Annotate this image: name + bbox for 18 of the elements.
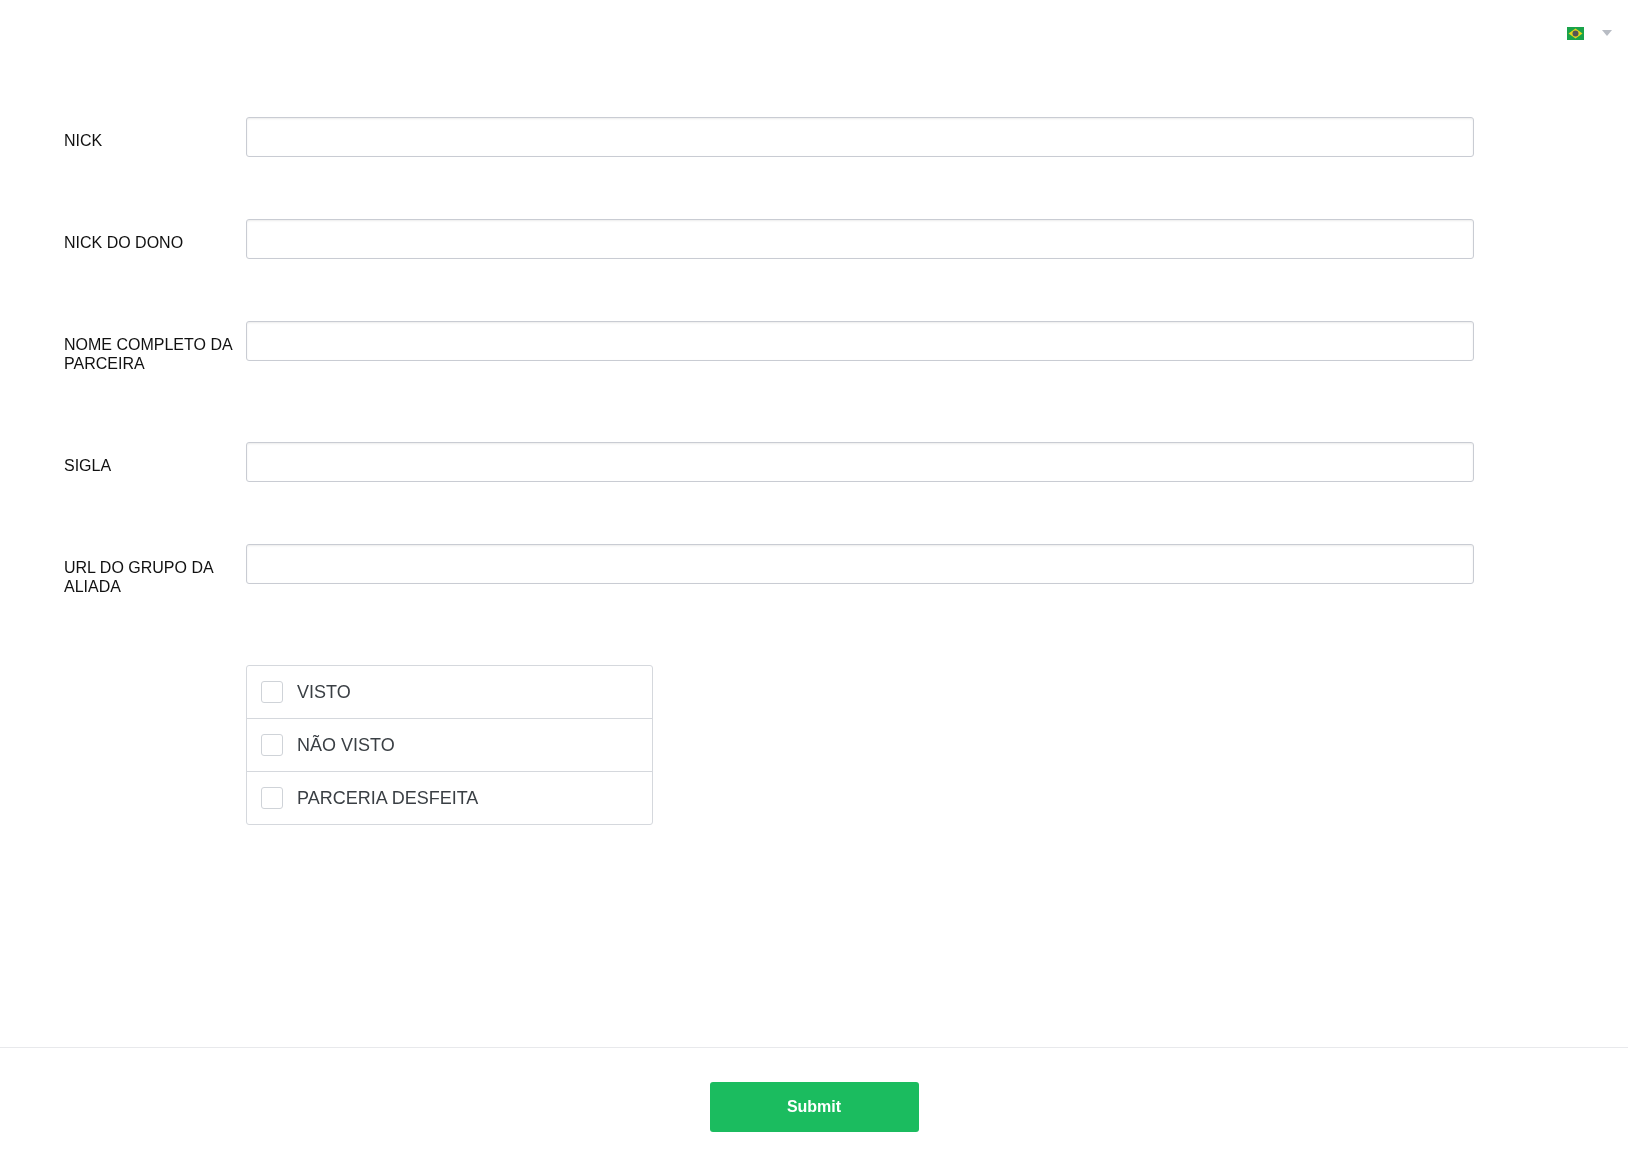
checkbox[interactable] [261,681,283,703]
checkbox-label[interactable]: PARCERIA DESFEITA [297,787,479,809]
text-field[interactable] [246,219,1474,259]
checkbox-label[interactable]: NÃO VISTO [297,734,395,756]
text-field[interactable] [246,442,1474,482]
field-label: NICK [64,131,104,151]
checkbox[interactable] [261,787,283,809]
checkbox[interactable] [261,734,283,756]
caret-icon[interactable] [1602,30,1612,36]
text-field[interactable] [246,117,1474,157]
field-label: NICK DO DONO [64,233,185,253]
field-label: URL DO GRUPO DA ALIADA [64,558,215,597]
flag-icon[interactable] [1567,26,1584,40]
text-field[interactable] [246,321,1474,361]
text-field[interactable] [246,544,1474,584]
field-label: SIGLA [64,456,113,476]
field-label: NOME COMPLETO DA PARCEIRA [64,335,234,374]
checkbox-label[interactable]: VISTO [297,681,351,703]
